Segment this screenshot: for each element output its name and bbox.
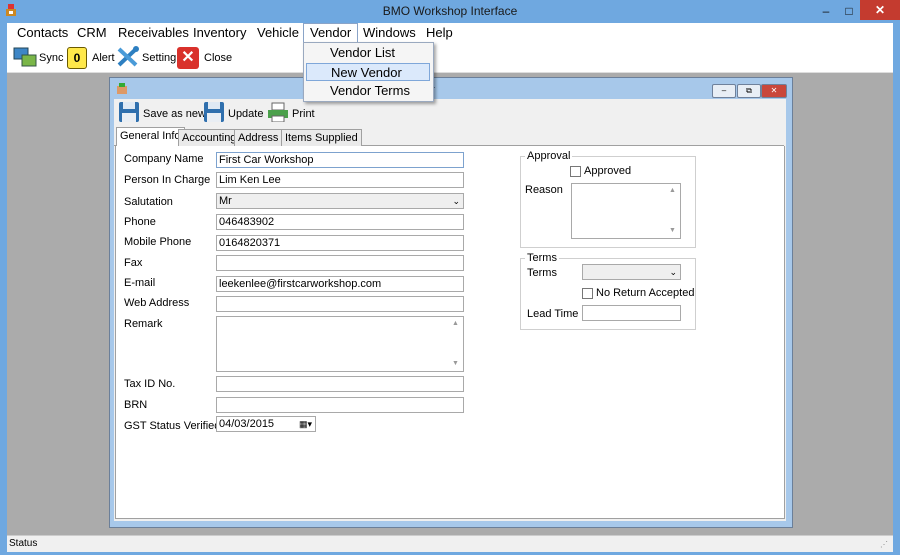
no-return-accepted-checkbox[interactable] xyxy=(582,288,593,299)
person-in-charge-field[interactable]: Lim Ken Lee xyxy=(216,172,464,188)
mobile-phone-label: Mobile Phone xyxy=(124,236,192,248)
setting-label: Setting xyxy=(142,52,177,64)
phone-label: Phone xyxy=(124,216,156,228)
mobile-phone-field[interactable]: 0164820371 xyxy=(216,235,464,251)
salutation-label: Salutation xyxy=(124,196,173,208)
menu-crm[interactable]: CRM xyxy=(71,24,113,42)
resize-grip-icon[interactable]: ⋰ xyxy=(880,540,888,549)
alert-badge-icon: 0 xyxy=(67,47,87,69)
terms-label: Terms xyxy=(527,267,557,279)
setting-button[interactable]: Setting xyxy=(116,45,177,71)
remark-textarea[interactable] xyxy=(216,316,464,372)
approval-group-title: Approval xyxy=(525,150,573,162)
company-name-label: Company Name xyxy=(124,153,204,165)
menu-item-vendor-terms[interactable]: Vendor Terms xyxy=(306,82,430,100)
close-icon: ✕ xyxy=(177,47,199,69)
menu-help[interactable]: Help xyxy=(420,24,459,42)
print-label: Print xyxy=(292,107,315,120)
sync-label: Sync xyxy=(39,52,64,64)
menu-item-new-vendor[interactable]: New Vendor xyxy=(306,63,430,81)
gst-date-picker[interactable]: 04/03/2015 ▦▾ xyxy=(216,416,316,432)
tab-general-info[interactable]: General Info xyxy=(116,127,185,147)
tab-accounting[interactable]: Accounting xyxy=(178,129,241,146)
title-bar[interactable]: BMO Workshop Interface – □ ✕ xyxy=(0,0,900,24)
email-label: E-mail xyxy=(124,277,156,289)
remark-label: Remark xyxy=(124,318,163,330)
floppy-disk-icon xyxy=(204,102,224,125)
sync-icon xyxy=(13,46,37,71)
salutation-value: Mr xyxy=(219,195,232,207)
lead-time-label: Lead Time xyxy=(527,308,579,320)
web-address-label: Web Address xyxy=(124,297,190,309)
window-title: BMO Workshop Interface xyxy=(382,4,518,18)
update-label: Update xyxy=(228,107,264,120)
child-close-button[interactable]: ✕ xyxy=(761,84,787,98)
tax-id-field[interactable] xyxy=(216,376,464,392)
gst-status-verified-label: GST Status Verified xyxy=(124,420,221,432)
close-label: Close xyxy=(204,52,233,64)
child-restore-button[interactable]: ⧉ xyxy=(737,84,761,98)
web-address-field[interactable] xyxy=(216,296,464,312)
update-button[interactable]: Update xyxy=(204,102,263,125)
alert-button[interactable]: 0 Alert xyxy=(67,46,115,70)
approved-checkbox[interactable] xyxy=(570,166,581,177)
child-minimize-button[interactable]: – xyxy=(712,84,736,98)
save-as-new-button[interactable]: Save as new xyxy=(119,102,206,125)
scroll-down-icon[interactable]: ▼ xyxy=(669,227,676,234)
reason-label: Reason xyxy=(525,184,563,196)
calendar-dropdown-icon[interactable]: ▦▾ xyxy=(299,417,312,431)
minimize-button[interactable]: – xyxy=(814,2,838,20)
person-in-charge-label: Person In Charge xyxy=(124,174,211,186)
print-button[interactable]: Print xyxy=(268,102,315,125)
tax-id-label: Tax ID No. xyxy=(124,378,176,390)
status-bar xyxy=(7,535,893,552)
phone-field[interactable]: 046483902 xyxy=(216,214,464,230)
company-name-field[interactable]: First Car Workshop xyxy=(216,152,464,168)
maximize-button[interactable]: □ xyxy=(837,2,861,20)
scroll-down-icon[interactable]: ▼ xyxy=(452,360,459,367)
menu-contacts[interactable]: Contacts xyxy=(11,24,74,42)
menu-receivables[interactable]: Receivables xyxy=(112,24,195,42)
vendor-dropdown-menu: Vendor List New Vendor Vendor Terms xyxy=(303,42,434,102)
no-return-accepted-label: No Return Accepted xyxy=(596,287,695,299)
scroll-up-icon[interactable]: ▲ xyxy=(669,187,676,194)
printer-icon xyxy=(268,102,288,125)
scroll-up-icon[interactable]: ▲ xyxy=(452,320,459,327)
approved-label: Approved xyxy=(584,165,632,177)
chevron-down-icon: ⌄ xyxy=(452,196,460,206)
close-tool-button[interactable]: ✕ Close xyxy=(177,46,232,70)
reason-textarea[interactable] xyxy=(571,183,681,239)
sync-button[interactable]: Sync xyxy=(13,46,63,70)
fax-label: Fax xyxy=(124,257,143,269)
status-text: Status xyxy=(9,538,38,549)
terms-select[interactable]: ⌄ xyxy=(582,264,681,280)
gst-date-value: 04/03/2015 xyxy=(219,418,275,430)
menu-vehicle[interactable]: Vehicle xyxy=(251,24,305,42)
menu-windows[interactable]: Windows xyxy=(357,24,422,42)
wrench-screwdriver-icon xyxy=(116,45,140,71)
tab-address[interactable]: Address xyxy=(234,129,283,146)
child-window-icon xyxy=(116,83,128,98)
salutation-select[interactable]: Mr ⌄ xyxy=(216,193,464,209)
tab-items-supplied[interactable]: Items Supplied xyxy=(281,129,362,146)
chevron-down-icon: ⌄ xyxy=(669,267,677,277)
menu-item-vendor-list[interactable]: Vendor List xyxy=(306,44,430,62)
terms-group-title: Terms xyxy=(525,252,559,264)
menu-inventory[interactable]: Inventory xyxy=(187,24,252,42)
alert-label: Alert xyxy=(92,52,115,64)
lead-time-field[interactable] xyxy=(582,305,681,321)
email-field[interactable]: leekenlee@firstcarworkshop.com xyxy=(216,276,464,292)
menu-vendor[interactable]: Vendor xyxy=(303,23,359,44)
fax-field[interactable] xyxy=(216,255,464,271)
brn-field[interactable] xyxy=(216,397,464,413)
floppy-disk-icon xyxy=(119,102,139,125)
save-as-new-label: Save as new xyxy=(143,107,206,120)
brn-label: BRN xyxy=(124,399,148,411)
window-close-button[interactable]: ✕ xyxy=(860,0,900,20)
